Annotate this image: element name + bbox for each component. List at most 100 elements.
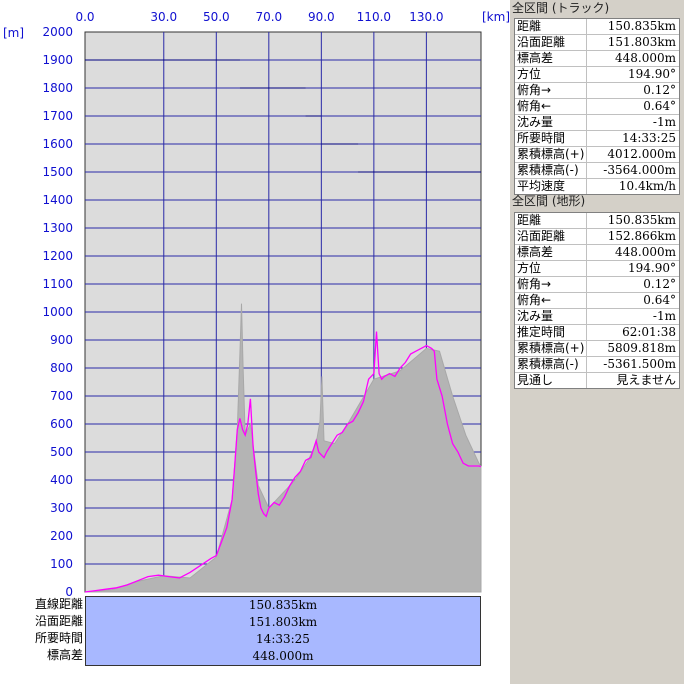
y-tick-label: 800: [50, 361, 73, 375]
stat-value: 152.866km: [607, 229, 676, 243]
stat-row: 所要時間 14:33:25: [515, 131, 679, 147]
x-tick-label: 70.0: [255, 10, 282, 24]
y-tick-label: 1400: [42, 193, 73, 207]
stat-label: 沈み量: [515, 309, 587, 324]
stat-label: 距離: [515, 213, 587, 228]
y-tick-label: 1800: [42, 81, 73, 95]
stat-label: 距離: [515, 19, 587, 34]
elevation-chart: 0.0 30.0 50.0 70.0 90.0 110.0 130.0 2000190018…: [3, 10, 510, 596]
stat-value: 194.90°: [628, 67, 676, 81]
stat-label: 平均速度: [515, 179, 587, 194]
stat-label: 俯角→: [515, 83, 587, 98]
track-stats-table: 距離 150.835km 沿面距離 151.803km 標高差 448.000m 方位 194…: [514, 18, 680, 195]
stat-value: -1m: [652, 115, 676, 129]
y-unit-label: [m]: [3, 26, 24, 40]
y-tick-label: 100: [50, 557, 73, 571]
y-tick-label: 1000: [42, 305, 73, 319]
stat-row: 沿面距離 152.866km: [515, 229, 679, 245]
stat-label: 累積標高(+): [515, 341, 587, 356]
stat-row: 累積標高(-) -5361.500m: [515, 357, 679, 373]
x-tick-label: 50.0: [203, 10, 230, 24]
stat-row: 距離 150.835km: [515, 213, 679, 229]
summary-label-surface-distance: 沿面距離: [34, 614, 83, 628]
stat-value: 見えません: [616, 373, 676, 387]
stat-value: 62:01:38: [622, 325, 676, 339]
stat-label: 方位: [515, 261, 587, 276]
y-tick-label: 400: [50, 473, 73, 487]
elevation-chart-area: 0.0 30.0 50.0 70.0 90.0 110.0 130.0 2000 1900 18…: [0, 0, 510, 684]
y-tick-label: 0: [65, 585, 73, 596]
stat-value: -3564.000m: [603, 163, 676, 177]
stat-row: 標高差 448.000m: [515, 245, 679, 261]
stat-row: 俯角→ 0.12°: [515, 83, 679, 99]
stat-row: 累積標高(+) 5809.818m: [515, 341, 679, 357]
stat-label: 累積標高(-): [515, 163, 587, 178]
stat-label: 標高差: [515, 51, 587, 66]
summary-value-straight-distance: 150.835km: [248, 598, 318, 612]
y-tick-label: 1100: [42, 277, 73, 291]
stat-row: 見通し 見えません: [515, 373, 679, 388]
x-tick-label: 30.0: [150, 10, 177, 24]
y-tick-label: 1900: [42, 53, 73, 67]
summary-value-surface-distance: 151.803km: [248, 615, 318, 629]
stat-row: 累積標高(+) 4012.000m: [515, 147, 679, 163]
stat-value: 5809.818m: [607, 341, 676, 355]
stat-label: 俯角→: [515, 277, 587, 292]
stat-row: 標高差 448.000m: [515, 51, 679, 67]
terrain-panel-title: 全区間 (地形): [512, 194, 586, 208]
stat-value: 151.803km: [607, 35, 676, 49]
track-panel-title: 全区間 (トラック): [512, 1, 610, 15]
stat-label: 見通し: [515, 373, 587, 388]
y-tick-label: 600: [50, 417, 73, 431]
stat-value: 194.90°: [628, 261, 676, 275]
summary-label-time: 所要時間: [34, 631, 83, 645]
stat-label: 推定時間: [515, 325, 587, 340]
x-tick-label: 130.0: [409, 10, 443, 24]
stat-row: 俯角→ 0.12°: [515, 277, 679, 293]
stat-label: 沿面距離: [515, 35, 587, 50]
y-tick-label: 1200: [42, 249, 73, 263]
stat-label: 沿面距離: [515, 229, 587, 244]
y-tick-label: 1700: [42, 109, 73, 123]
stat-row: 俯角← 0.64°: [515, 99, 679, 115]
stat-value: 448.000m: [614, 51, 676, 65]
stat-value: 448.000m: [614, 245, 676, 259]
x-unit-label: [km]: [482, 10, 510, 24]
stat-row: 平均速度 10.4km/h: [515, 179, 679, 194]
stat-row: 方位 194.90°: [515, 261, 679, 277]
terrain-stats-table: 距離 150.835km 沿面距離 152.866km 標高差 448.000m 方位 194…: [514, 212, 680, 389]
stats-sidebar: 全区間 (トラック) 距離 150.835km 沿面距離 151.803km 標高差 44…: [510, 0, 684, 684]
x-tick-label: 0.0: [75, 10, 94, 24]
y-tick-label: 1600: [42, 137, 73, 151]
stat-value: 150.835km: [607, 19, 676, 33]
stat-label: 所要時間: [515, 131, 587, 146]
y-tick-label: 1500: [42, 165, 73, 179]
summary-label-straight-distance: 直線距離: [34, 597, 83, 611]
x-tick-label: 110.0: [357, 10, 391, 24]
stat-row: 距離 150.835km: [515, 19, 679, 35]
y-tick-label: 1300: [42, 221, 73, 235]
y-tick-label: 200: [50, 529, 73, 543]
y-tick-label: 500: [50, 445, 73, 459]
stat-value: -5361.500m: [603, 357, 676, 371]
stat-row: 沈み量 -1m: [515, 115, 679, 131]
stat-value: 0.12°: [643, 277, 676, 291]
stat-row: 累積標高(-) -3564.000m: [515, 163, 679, 179]
stat-label: 方位: [515, 67, 587, 82]
stat-label: 俯角←: [515, 293, 587, 308]
stat-value: 0.64°: [643, 99, 676, 113]
stat-value: 10.4km/h: [618, 179, 676, 193]
y-tick-label: 700: [50, 389, 73, 403]
stat-value: 14:33:25: [622, 131, 676, 145]
stat-row: 沈み量 -1m: [515, 309, 679, 325]
summary-value-elevation-diff: 448.000m: [252, 649, 314, 663]
y-tick-label: 900: [50, 333, 73, 347]
summary-value-time: 14:33:25: [256, 632, 310, 646]
y-tick-label: 300: [50, 501, 73, 515]
stat-label: 沈み量: [515, 115, 587, 130]
stat-label: 累積標高(+): [515, 147, 587, 162]
stat-row: 俯角← 0.64°: [515, 293, 679, 309]
stat-row: 沿面距離 151.803km: [515, 35, 679, 51]
stat-label: 俯角←: [515, 99, 587, 114]
stat-value: 0.64°: [643, 293, 676, 307]
